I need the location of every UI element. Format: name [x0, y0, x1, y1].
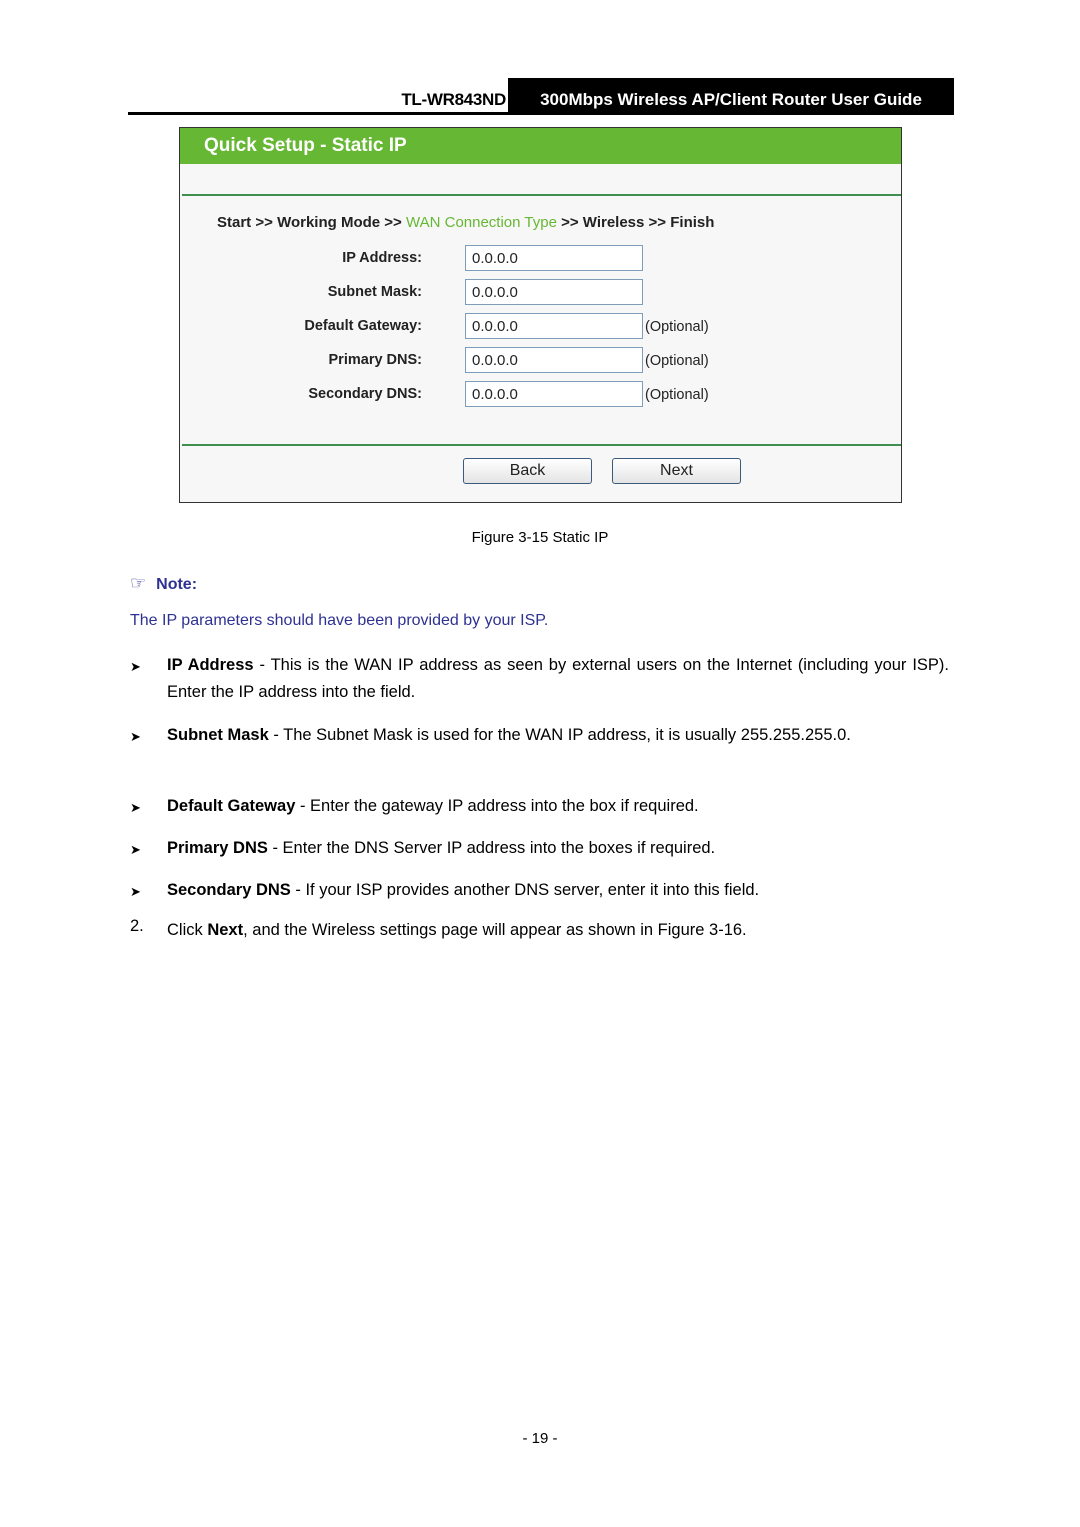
bullet-ip-address: IP Address - This is the WAN IP address … [167, 652, 949, 706]
divider [182, 444, 901, 446]
bullet-default-gateway: Default Gateway - Enter the gateway IP a… [167, 793, 949, 820]
bullet-secondary-dns: Secondary DNS - If your ISP provides ano… [167, 877, 949, 904]
default-gateway-label: Default Gateway: [304, 318, 422, 334]
header-model: TL-WR843ND [401, 90, 506, 109]
secondary-dns-input[interactable] [465, 381, 643, 407]
breadcrumb-item: Finish [670, 214, 715, 231]
breadcrumb-separator: >> [648, 214, 667, 231]
router-screenshot: Quick Setup - Static IP Start >> Working… [179, 127, 902, 503]
optional-hint: (Optional) [645, 319, 709, 335]
note-label: Note: [156, 576, 198, 593]
breadcrumb-item: Start [217, 214, 252, 231]
bullet-arrow-icon: ➤ [130, 842, 141, 857]
bullet-arrow-icon: ➤ [130, 800, 141, 815]
default-gateway-input[interactable] [465, 313, 643, 339]
bullet-term: Subnet Mask [167, 726, 269, 744]
header-title: 300Mbps Wireless AP/Client Router User G… [508, 78, 954, 112]
divider [182, 194, 901, 196]
bullet-subnet-mask: Subnet Mask - The Subnet Mask is used fo… [167, 722, 949, 749]
back-button[interactable]: Back [463, 458, 592, 484]
subnet-mask-label: Subnet Mask: [327, 284, 422, 300]
secondary-dns-label: Secondary DNS: [308, 386, 422, 402]
step-text: Click Next, and the Wireless settings pa… [167, 917, 949, 944]
breadcrumb-item: Wireless [582, 214, 645, 231]
step-number: 2. [130, 917, 144, 935]
optional-hint: (Optional) [645, 387, 709, 403]
note-text: The IP parameters should have been provi… [130, 612, 549, 629]
panel-title: Quick Setup - Static IP [180, 128, 901, 164]
bullet-arrow-icon: ➤ [130, 729, 141, 744]
bullet-text: - Enter the DNS Server IP address into t… [267, 839, 716, 857]
bullet-term: IP Address [167, 656, 254, 674]
default-gateway-row: Default Gateway: (Optional) [180, 313, 901, 341]
step-text-bold: Next [207, 921, 244, 939]
bullet-arrow-icon: ➤ [130, 659, 141, 674]
breadcrumb: Start >> Working Mode >> WAN Connection … [217, 214, 714, 231]
page-header: TL-WR843ND 300Mbps Wireless AP/Client Ro… [128, 78, 954, 115]
ip-address-label: IP Address: [342, 250, 422, 266]
primary-dns-label: Primary DNS: [328, 352, 422, 368]
step-text-post: , and the Wireless settings page will ap… [243, 921, 747, 939]
bullet-text: - Enter the gateway IP address into the … [295, 797, 699, 815]
secondary-dns-row: Secondary DNS: (Optional) [180, 381, 901, 409]
bullet-primary-dns: Primary DNS - Enter the DNS Server IP ad… [167, 835, 949, 862]
ip-address-row: IP Address: [180, 245, 901, 273]
breadcrumb-separator: >> [561, 214, 579, 231]
primary-dns-input[interactable] [465, 347, 643, 373]
breadcrumb-item: Working Mode [277, 214, 381, 231]
bullet-arrow-icon: ➤ [130, 884, 141, 899]
bullet-text: - The Subnet Mask is used for the WAN IP… [268, 726, 851, 744]
pointing-hand-icon: ☞ [130, 573, 147, 593]
next-button[interactable]: Next [612, 458, 741, 484]
bullet-term: Secondary DNS [167, 881, 291, 899]
note-heading: ☞ Note: [130, 573, 197, 594]
step-text-pre: Click [167, 921, 208, 939]
bullet-text: - If your ISP provides another DNS serve… [290, 881, 760, 899]
page-number: - 19 - [522, 1430, 558, 1447]
bullet-term: Default Gateway [167, 797, 296, 815]
figure-caption: Figure 3-15 Static IP [471, 529, 609, 546]
breadcrumb-separator: >> [255, 214, 273, 231]
breadcrumb-item-active: WAN Connection Type [406, 214, 557, 231]
ip-address-input[interactable] [465, 245, 643, 271]
breadcrumb-separator: >> [384, 214, 402, 231]
bullet-term: Primary DNS [167, 839, 268, 857]
primary-dns-row: Primary DNS: (Optional) [180, 347, 901, 375]
subnet-mask-row: Subnet Mask: [180, 279, 901, 307]
optional-hint: (Optional) [645, 353, 709, 369]
subnet-mask-input[interactable] [465, 279, 643, 305]
bullet-text: - This is the WAN IP address as seen by … [167, 656, 949, 701]
